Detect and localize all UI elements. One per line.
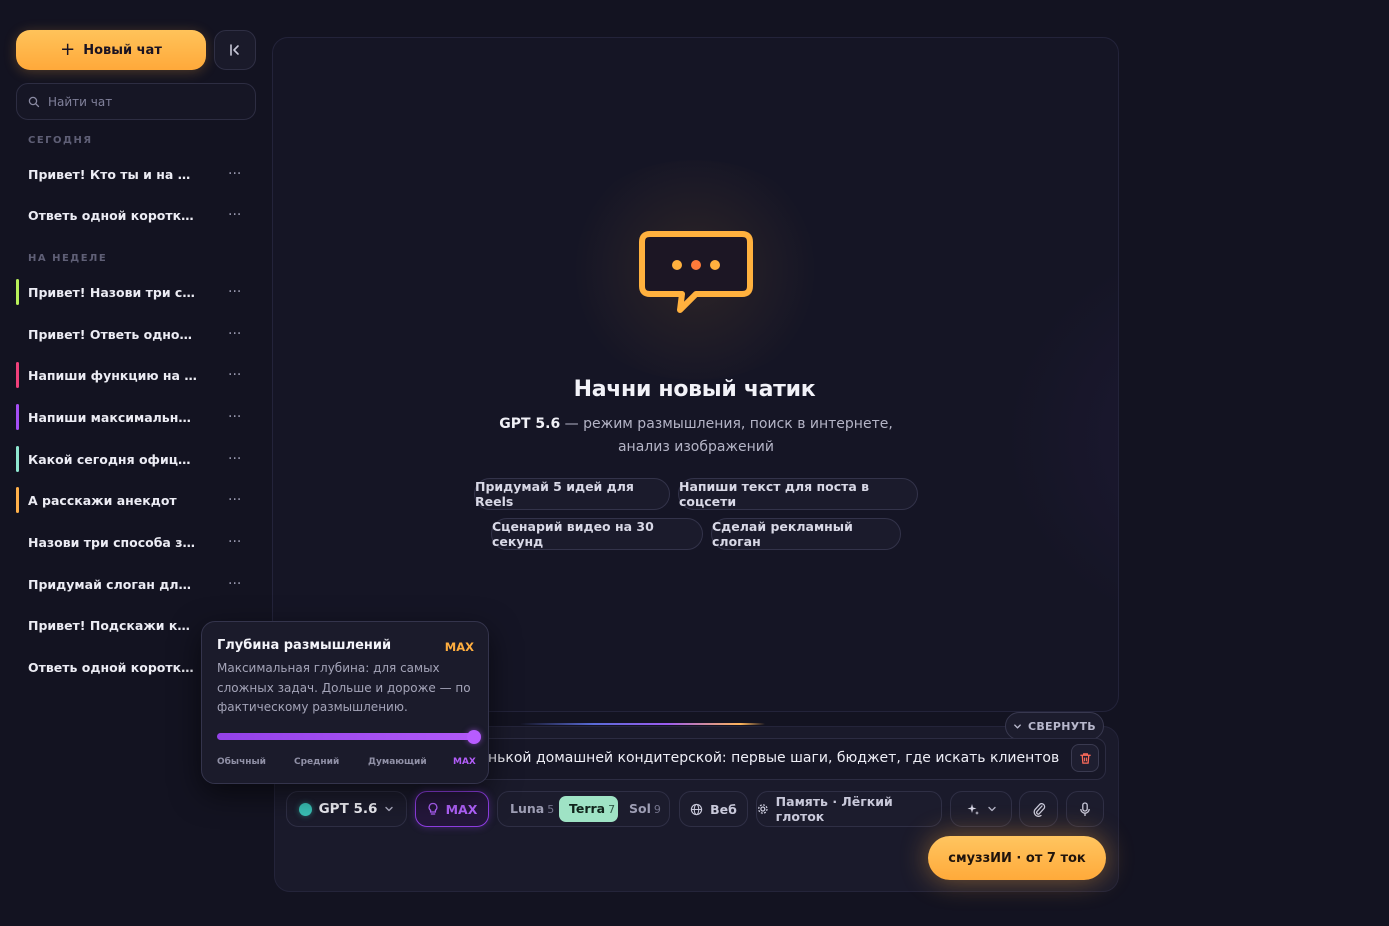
depth-level-label[interactable]: Думающий [368,757,427,767]
popover-description: Максимальная глубина: для самых сложных … [217,661,471,714]
model-status-dot [298,802,312,816]
chat-history-item[interactable]: Привет! Назови три све... ··· [16,279,256,305]
dots-horizontal-icon[interactable]: ··· [228,284,241,300]
dots-horizontal-icon[interactable]: ··· [228,534,241,550]
chat-history-title: Привет! Ответь одной ф... [28,326,198,342]
chat-history-title: Ответь одной короткой ... [28,659,198,675]
globe-icon [690,803,703,815]
collapse-sidebar-icon [230,44,239,56]
voice-input-button[interactable] [1066,791,1104,827]
chat-history-title: Назови три способа зав... [28,534,198,550]
lightbulb-icon [428,802,438,815]
model-label: GPT 5.6 [318,801,378,817]
chat-accent-bar [16,279,19,305]
collapse-label: СВЕРНУТЬ [1027,719,1096,733]
hero-subtitle: GPT 5.6 — режим размышления, поиск в инт… [0,413,1389,459]
tier-option-luna[interactable]: Luna 5 [510,801,554,816]
dots-horizontal-icon[interactable]: ··· [228,166,241,182]
chat-history-title: Придумай слоган для с... [28,576,198,592]
chat-history-item[interactable]: Назови три способа зав... ··· [16,529,256,555]
suggestion-chip[interactable]: Напиши текст для поста в соцсети [678,478,918,510]
trash-icon [1079,752,1091,764]
depth-level-label[interactable]: Средний [294,757,339,767]
chat-accent-bar [16,161,19,187]
chevron-down-icon [987,806,996,812]
gear-icon [758,804,768,814]
suggestion-chip[interactable]: Придумай 5 идей для Reels [474,478,670,510]
reasoning-depth-popover: Глубина размышлений MAX Максимальная глу… [201,621,489,784]
collapse-composer-button[interactable]: СВЕРНУТЬ [1005,712,1104,740]
chat-history-item[interactable]: А расскажи анекдот ··· [16,487,256,513]
chat-accent-bar [16,571,19,597]
reasoning-depth-button[interactable]: MAX [415,791,489,827]
dots-horizontal-icon[interactable]: ··· [228,326,241,342]
chevron-down-icon [1014,723,1021,729]
chat-history-item[interactable]: Ответь одной короткой ... ··· [16,202,256,228]
new-chat-label: Новый чат [83,42,162,58]
hero-model-name: GPT 5.6 [499,416,561,432]
depth-slider-track[interactable] [217,733,474,740]
memory-selector[interactable]: Память · Лёгкий глоток [756,791,942,827]
chat-history-title: Привет! Назови три све... [28,284,198,300]
prompt-text: нькой домашней кондитерской: первые шаги… [488,750,1060,766]
chat-accent-bar [16,654,19,680]
section-label-today: СЕГОДНЯ [28,135,93,146]
dots-horizontal-icon[interactable]: ··· [228,576,241,592]
depth-slider-handle[interactable] [467,730,481,744]
hero-title: Начни новый чатик [573,377,816,402]
model-selector[interactable]: GPT 5.6 [286,791,407,827]
sparkle-icon [967,804,979,815]
attach-button[interactable] [1019,791,1058,827]
chat-accent-bar [16,529,19,555]
dots-horizontal-icon[interactable]: ··· [228,207,241,223]
chat-history-title: Ответь одной короткой ... [28,207,198,223]
chat-history-item[interactable]: Привет! Кто ты и на как... ··· [16,161,256,187]
new-chat-button[interactable]: + Новый чат [16,30,206,70]
chat-history-title: Привет! Кто ты и на как... [28,166,198,182]
tier-selector: Luna 5 Terra 7 Sol 9 [497,791,670,827]
chat-history-title: А расскажи анекдот [28,492,177,508]
reasoning-depth-label: MAX [445,801,478,817]
chat-bubble-icon [639,231,753,313]
plus-icon: + [60,39,76,60]
hero-subtitle-line2: анализ изображений [617,439,775,455]
send-button[interactable]: смуззИИ · от 7 ток [928,836,1106,880]
chat-accent-bar [16,612,19,638]
depth-level-label[interactable]: Обычный [217,757,266,767]
chat-search-input[interactable]: Найти чат [16,83,256,120]
chat-accent-bar [16,202,19,228]
collapse-sidebar-button[interactable] [214,30,256,70]
hero-subtitle-line1: — режим размышления, поиск в интернете, [560,416,893,432]
paperclip-icon [1033,803,1045,817]
microphone-icon [1080,801,1090,816]
chat-history-title: Привет! Подскажи коро... [28,617,198,633]
chat-history-item[interactable]: Привет! Ответь одной ф... ··· [16,321,256,347]
clear-prompt-button[interactable] [1071,744,1099,772]
tier-option-terra-label: Terra 7 [569,801,616,816]
popover-title: Глубина размышлений [217,638,392,653]
chat-history-item[interactable]: Придумай слоган для с... ··· [16,571,256,597]
web-search-toggle[interactable]: Веб [679,791,748,827]
tier-option-sol[interactable]: Sol 9 [629,801,661,816]
section-label-week: НА НЕДЕЛЕ [28,253,108,264]
depth-level-label[interactable]: MAX [453,757,476,767]
memory-label: Память · Лёгкий глоток [775,794,893,824]
search-icon [28,96,40,107]
dots-horizontal-icon[interactable]: ··· [228,492,241,508]
chevron-down-icon [385,806,394,812]
suggestion-chip[interactable]: Сценарий видео на 30 секунд [491,518,703,550]
tools-menu-button[interactable] [950,791,1012,827]
search-placeholder: Найти чат [48,94,113,109]
popover-badge: MAX [444,640,474,654]
chat-accent-bar [16,487,19,513]
chat-accent-bar [16,321,19,347]
gradient-divider [520,723,765,725]
web-search-label: Веб [710,801,737,817]
suggestion-chip[interactable]: Сделай рекламный слоган [711,518,901,550]
depth-slider-fill [217,733,474,740]
